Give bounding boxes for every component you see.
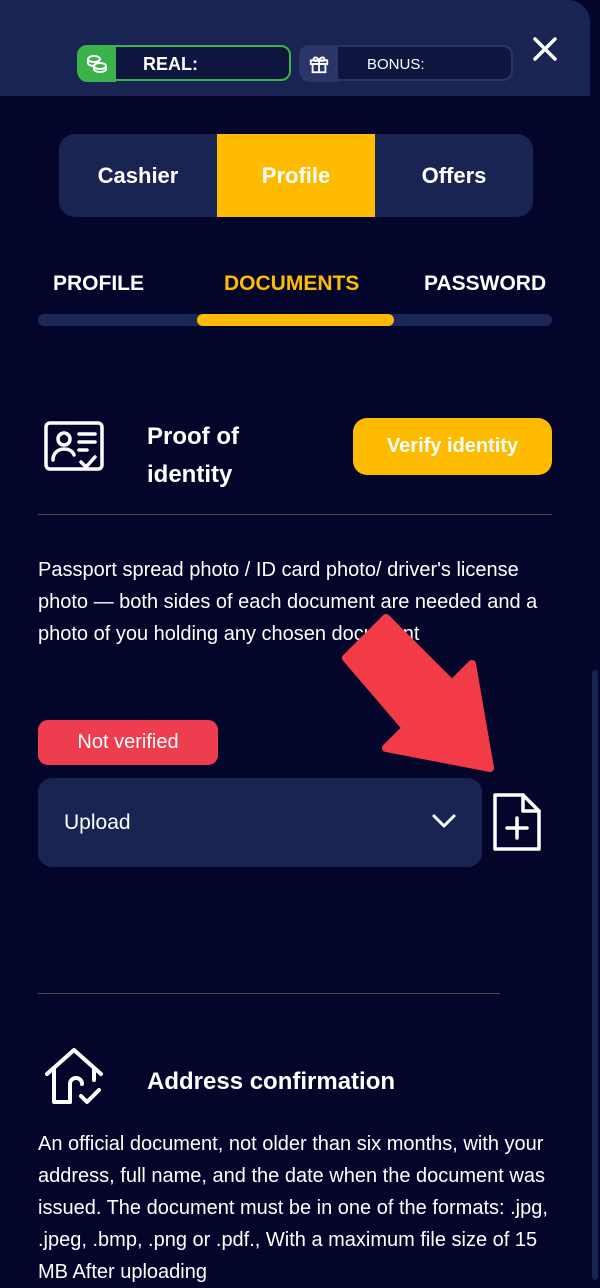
subtab-indicator (197, 314, 394, 326)
annotation-arrow-icon (342, 614, 494, 772)
close-button[interactable] (528, 32, 562, 66)
add-file-icon[interactable] (490, 792, 544, 854)
address-description: An official document, not older than six… (38, 1133, 548, 1283)
top-bar: REAL: BONUS: (0, 0, 590, 96)
subtab-documents[interactable]: DOCUMENTS (224, 272, 359, 296)
section-divider (38, 514, 552, 515)
real-label: REAL: (143, 54, 198, 74)
verify-identity-button[interactable]: Verify identity (353, 418, 552, 475)
main-tabs: Cashier Profile Offers (59, 134, 533, 217)
close-icon (533, 37, 557, 61)
home-check-icon (45, 1048, 103, 1104)
proof-of-identity-title: Proof of identity (147, 423, 239, 488)
address-confirmation-title: Address confirmation (147, 1068, 396, 1095)
tab-cashier[interactable]: Cashier (59, 134, 217, 217)
upload-select[interactable]: Upload (38, 778, 482, 867)
gift-icon (300, 46, 338, 82)
bonus-label: BONUS: (367, 56, 425, 73)
bonus-balance-pill[interactable]: BONUS: (299, 45, 513, 82)
scrollbar[interactable] (592, 670, 598, 1280)
section-divider (38, 993, 500, 994)
chevron-down-icon (432, 814, 456, 828)
subtab-password[interactable]: PASSWORD (424, 272, 546, 296)
tab-offers[interactable]: Offers (375, 134, 533, 217)
subtab-profile[interactable]: PROFILE (53, 272, 144, 296)
status-badge: Not verified (38, 720, 218, 765)
tab-profile[interactable]: Profile (217, 134, 375, 217)
real-balance-pill[interactable]: REAL: (77, 45, 291, 82)
coins-icon (78, 46, 116, 82)
upload-select-value: Upload (64, 811, 131, 834)
id-card-icon (44, 421, 104, 471)
